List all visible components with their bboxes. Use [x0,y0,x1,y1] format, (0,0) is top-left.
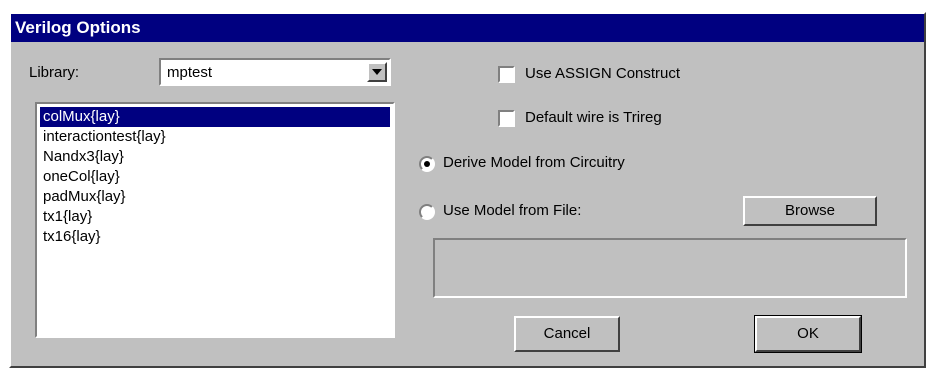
library-dropdown[interactable]: mptest [159,58,391,86]
dropdown-button[interactable] [367,62,387,82]
list-item[interactable]: colMux{lay} [40,107,390,127]
verilog-options-dialog: Verilog Options Library: mptest colMux{l… [9,12,926,368]
use-model-file-label: Use Model from File: [443,202,582,219]
cancel-button[interactable]: Cancel [514,316,620,352]
derive-model-label: Derive Model from Circuitry [443,154,625,171]
derive-model-radio[interactable] [419,156,435,172]
use-assign-label: Use ASSIGN Construct [525,65,681,82]
radio-selected-dot-icon [424,161,430,167]
library-dropdown-value: mptest [167,64,213,81]
default-trireg-checkbox[interactable] [498,110,515,127]
ok-button[interactable]: OK [754,315,862,353]
default-trireg-label: Default wire is Trireg [525,109,662,126]
chevron-down-icon [372,69,382,75]
cell-listbox[interactable]: colMux{lay} interactiontest{lay} Nandx3{… [35,102,395,338]
use-model-file-radio[interactable] [419,204,435,220]
list-item[interactable]: padMux{lay} [40,187,390,207]
list-item[interactable]: oneCol{lay} [40,167,390,187]
use-assign-checkbox[interactable] [498,66,515,83]
dialog-title: Verilog Options [11,14,924,42]
list-item[interactable]: interactiontest{lay} [40,127,390,147]
model-file-path-field[interactable] [433,238,907,298]
list-item[interactable]: tx16{lay} [40,227,390,247]
list-item[interactable]: Nandx3{lay} [40,147,390,167]
browse-button[interactable]: Browse [743,196,877,226]
library-label: Library: [29,64,80,81]
list-item[interactable]: tx1{lay} [40,207,390,227]
cell-list: colMux{lay} interactiontest{lay} Nandx3{… [40,107,390,247]
